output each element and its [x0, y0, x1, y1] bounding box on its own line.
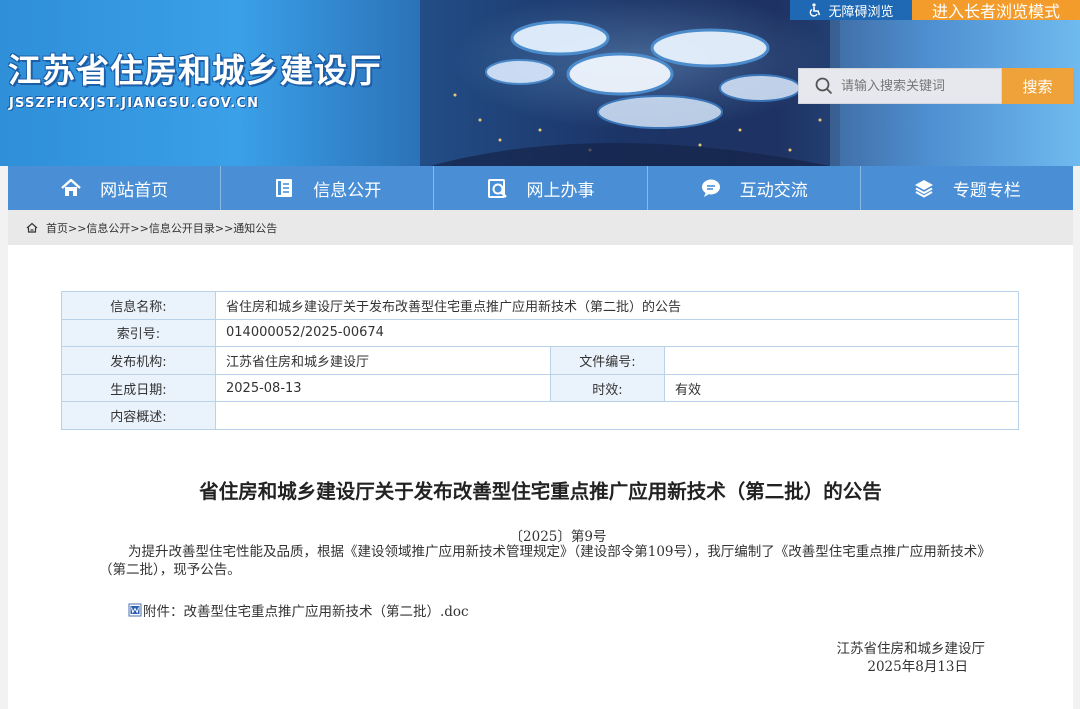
- site-title[interactable]: 江苏省住房和城乡建设厅: [8, 44, 382, 92]
- word-document-icon: [128, 603, 142, 617]
- article-body: 为提升改善型住宅性能及品质，根据《建设领域推广应用新技术管理规定》（建设部令第1…: [99, 544, 985, 578]
- site-domain: JSSZFHCXJST.JIANGSU.GOV.CN: [9, 96, 260, 111]
- wheelchair-icon: [810, 3, 821, 17]
- service-search-icon: [487, 179, 507, 198]
- home-outline-icon: [26, 222, 38, 233]
- generate-date-value: 2025-08-13: [215, 373, 551, 403]
- search-box: [798, 68, 1002, 104]
- home-icon: [61, 178, 81, 196]
- validity-value: 有效: [664, 373, 1019, 403]
- nav-label: 互动交流: [739, 180, 808, 201]
- document-number: 〔2025〕第9号: [509, 529, 607, 545]
- table-row: 生成日期: 2025-08-13 时效: 有效: [61, 373, 1019, 403]
- summary-value: [215, 401, 1019, 430]
- nav-label: 网站首页: [100, 180, 169, 201]
- nav-item-online-service[interactable]: 网上办事: [434, 166, 648, 210]
- breadcrumb-text[interactable]: 首页>>信息公开>>信息公开目录>>通知公告: [46, 220, 277, 236]
- generate-date-label: 生成日期:: [61, 373, 216, 403]
- search-icon: [815, 77, 833, 95]
- layers-icon: [914, 180, 933, 198]
- publisher-value: 江苏省住房和城乡建设厅: [215, 346, 551, 375]
- index-number-label: 索引号:: [61, 318, 216, 348]
- summary-label: 内容概述:: [61, 401, 216, 430]
- info-name-label: 信息名称:: [61, 291, 216, 320]
- attachment-text[interactable]: 附件：改善型住宅重点推广应用新技术（第二批）.doc: [143, 600, 469, 620]
- table-row: 内容概述:: [61, 401, 1019, 430]
- file-number-label: 文件编号:: [550, 346, 665, 375]
- table-row: 发布机构: 江苏省住房和城乡建设厅 文件编号:: [61, 346, 1019, 375]
- signature-organization: 江苏省住房和城乡建设厅: [836, 641, 986, 657]
- accessibility-label: 无障碍浏览: [828, 4, 894, 20]
- attachment-link[interactable]: 附件：改善型住宅重点推广应用新技术（第二批）.doc: [128, 600, 469, 620]
- nav-item-special-topics[interactable]: 专题专栏: [861, 166, 1073, 210]
- signature-date: 2025年8月13日: [867, 659, 968, 675]
- table-row: 索引号: 014000052/2025-00674: [61, 318, 1019, 348]
- table-row: 信息名称: 省住房和城乡建设厅关于发布改善型住宅重点推广应用新技术（第二批）的公…: [61, 291, 1019, 320]
- header-banner: 江苏省住房和城乡建设厅 JSSZFHCXJST.JIANGSU.GOV.CN 无…: [0, 0, 1080, 166]
- nav-label: 信息公开: [313, 180, 382, 201]
- file-number-value: [664, 346, 1019, 375]
- nav-item-interaction[interactable]: 互动交流: [648, 166, 861, 210]
- info-name-value: 省住房和城乡建设厅关于发布改善型住宅重点推广应用新技术（第二批）的公告: [215, 291, 1019, 320]
- breadcrumb: 首页>>信息公开>>信息公开目录>>通知公告: [8, 210, 1073, 245]
- nav-item-info-disclosure[interactable]: 信息公开: [221, 166, 435, 210]
- top-utility-bar: 无障碍浏览 进入长者浏览模式: [790, 0, 1080, 21]
- content-panel: 信息名称: 省住房和城乡建设厅关于发布改善型住宅重点推广应用新技术（第二批）的公…: [8, 245, 1073, 709]
- search-input[interactable]: [841, 78, 991, 94]
- accessibility-button[interactable]: 无障碍浏览: [790, 0, 912, 20]
- publisher-label: 发布机构:: [61, 346, 216, 375]
- elder-mode-button[interactable]: 进入长者浏览模式: [912, 0, 1080, 21]
- info-metadata-table: 信息名称: 省住房和城乡建设厅关于发布改善型住宅重点推广应用新技术（第二批）的公…: [61, 291, 1019, 430]
- nav-label: 专题专栏: [952, 180, 1021, 201]
- index-number-value: 014000052/2025-00674: [215, 318, 1019, 348]
- validity-label: 时效:: [550, 373, 665, 403]
- article-title: 省住房和城乡建设厅关于发布改善型住宅重点推广应用新技术（第二批）的公告: [199, 480, 882, 503]
- main-nav: 网站首页 信息公开 网上办事 互动交流 专题专栏: [8, 166, 1073, 210]
- nav-label: 网上办事: [526, 180, 595, 201]
- nav-item-home[interactable]: 网站首页: [8, 166, 222, 210]
- chat-icon: [701, 179, 720, 197]
- search-button[interactable]: 搜索: [1002, 68, 1073, 104]
- document-icon: [276, 179, 293, 197]
